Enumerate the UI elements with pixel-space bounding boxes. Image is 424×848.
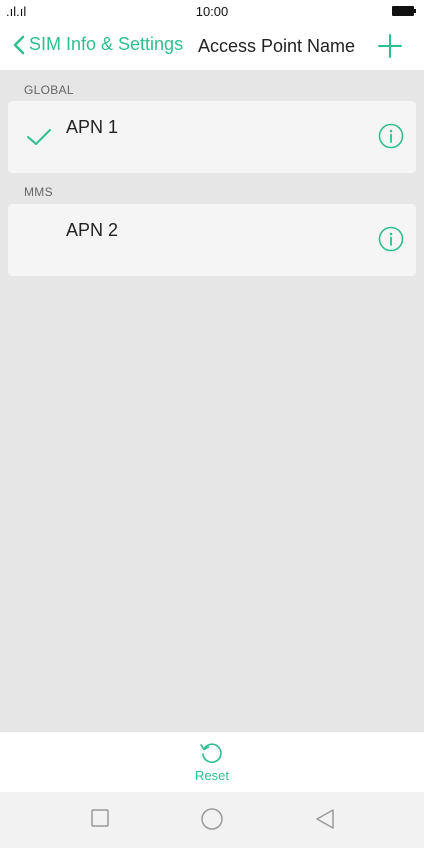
page-title: Access Point Name [198,36,356,56]
check-icon [27,129,51,145]
apn-list-item[interactable]: APN 2 [8,204,416,276]
add-icon[interactable] [378,34,402,58]
nav-circle-icon[interactable] [200,807,224,831]
reset-button[interactable]: Reset [0,740,424,783]
system-nav-bar [0,792,424,848]
back-button[interactable]: SIM Info & Settings [12,34,183,55]
battery-icon [392,6,416,16]
app-bar: SIM Info & Settings Access Point Name [0,22,424,70]
status-time: 10:00 [195,4,229,19]
section-header-mms: MMS [24,185,53,199]
nav-back-icon[interactable] [314,808,336,830]
status-bar: .ıl.ıl 10:00 [0,0,424,22]
reset-label: Reset [195,768,229,783]
apn-label: APN 1 [66,117,119,137]
apn-list-item[interactable]: APN 1 [8,101,416,173]
nav-square-icon[interactable] [90,808,110,828]
back-label: SIM Info & Settings [29,34,184,54]
info-icon[interactable] [378,123,404,149]
section-header-global: GLOBAL [24,83,74,97]
bottom-action-bar: Reset [0,732,424,792]
reset-icon [200,743,222,763]
back-chevron-icon [13,35,25,54]
info-icon[interactable] [378,226,404,252]
apn-label: APN 2 [66,220,119,240]
